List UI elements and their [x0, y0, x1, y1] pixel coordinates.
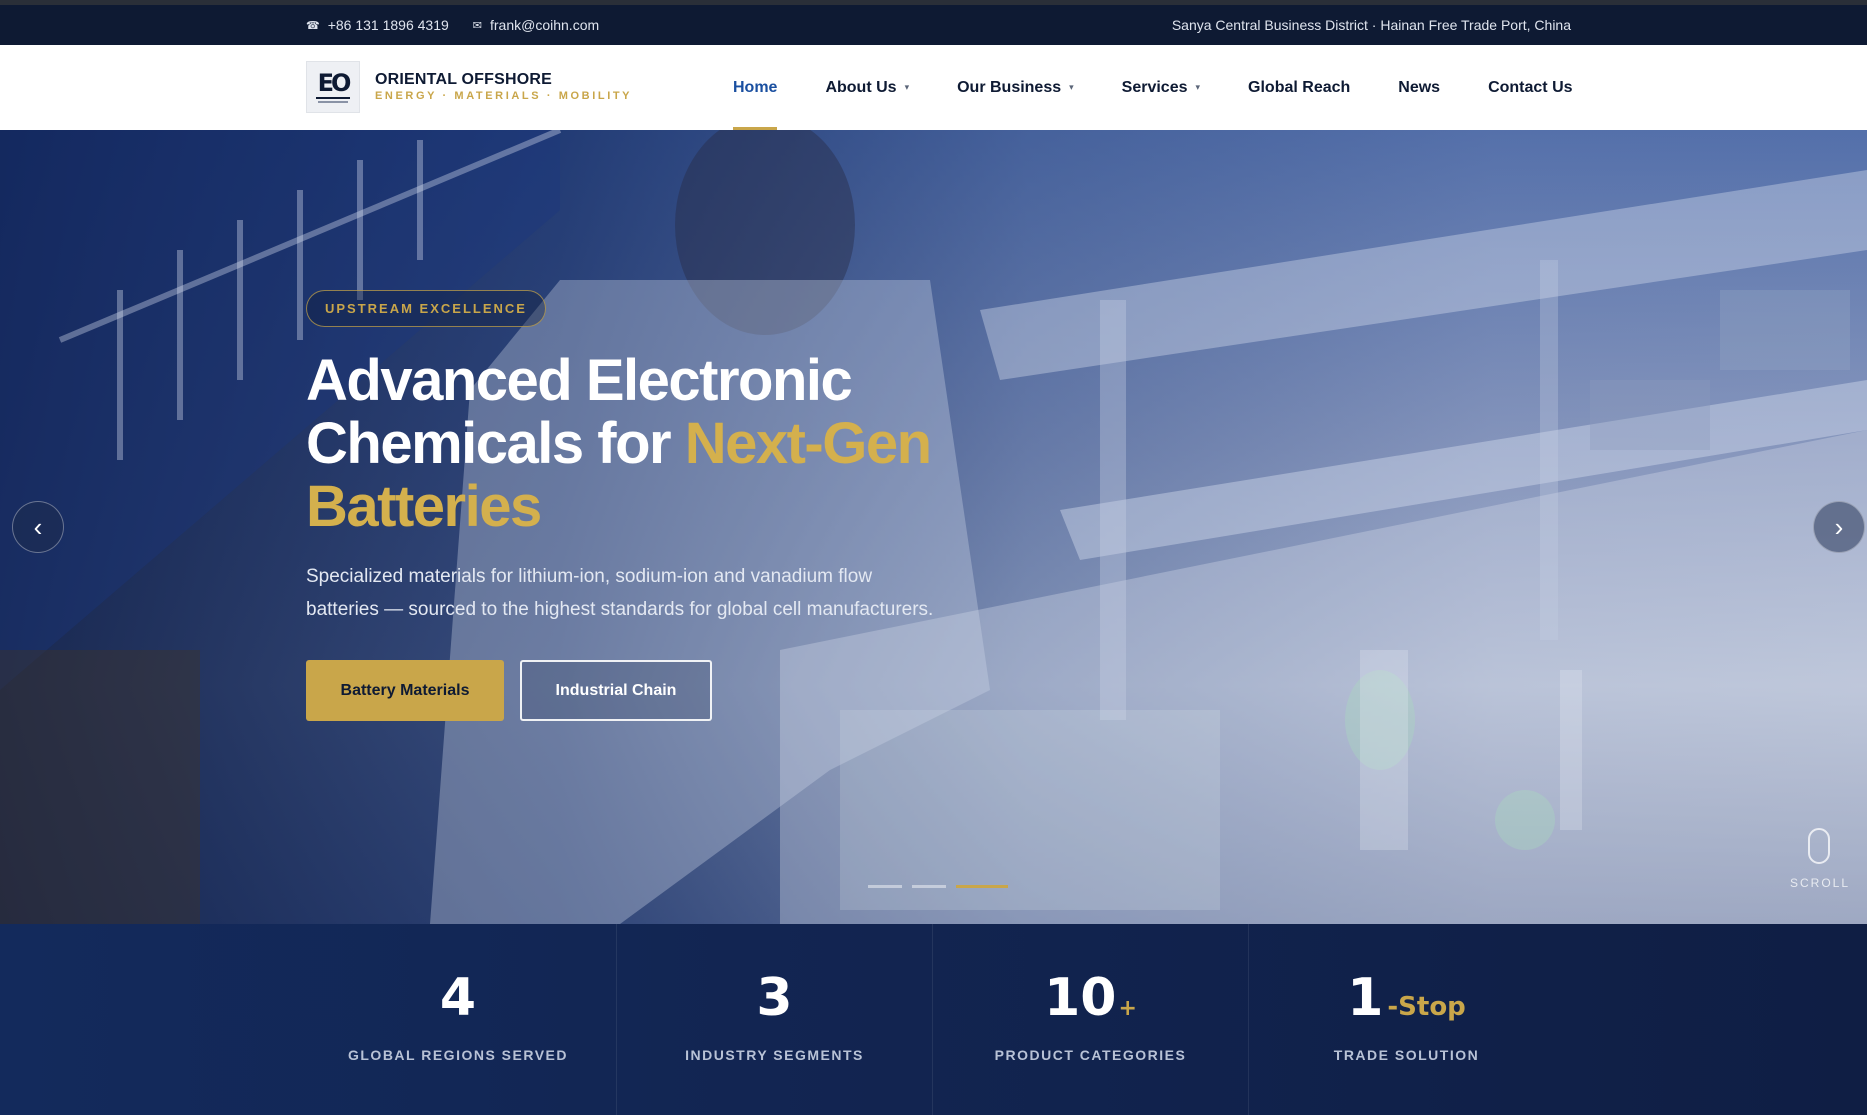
nav-services-label: Services: [1121, 78, 1188, 96]
nav-home[interactable]: Home: [733, 45, 778, 130]
nav-contact-us-label: Contact Us: [1488, 78, 1573, 96]
hero-eyebrow-badge: UPSTREAM EXCELLENCE: [306, 290, 546, 327]
hero-headline-line3: Batteries: [306, 474, 542, 539]
primary-nav: Home About Us ▾ Our Business ▾ Services …: [733, 45, 1573, 130]
top-info-bar: ☎ +86 131 1896 4319 ✉ frank@coihn.com Sa…: [0, 5, 1867, 45]
nav-global-reach[interactable]: Global Reach: [1248, 45, 1350, 130]
slider-next-button[interactable]: ›: [1813, 501, 1865, 553]
stat-industry-segments: 3 INDUSTRY SEGMENTS: [616, 924, 932, 1115]
phone-number: +86 131 1896 4319: [327, 17, 449, 33]
logo-mark-underline: [316, 96, 350, 99]
logo-mark-underline-secondary: [318, 100, 348, 103]
dropdown-caret-icon: ▾: [1195, 82, 1201, 92]
hero-actions: Battery Materials Industrial Chain: [306, 660, 1026, 721]
nav-our-business[interactable]: Our Business ▾: [957, 45, 1074, 130]
brand-logo-link[interactable]: EO ORIENTAL OFFSHORE ENERGY · MATERIALS …: [306, 61, 632, 113]
chevron-left-icon: ‹: [33, 511, 43, 542]
hero-subtitle: Specialized materials for lithium-ion, s…: [306, 566, 934, 620]
stat-global-regions: 4 GLOBAL REGIONS SERVED: [300, 924, 616, 1115]
dropdown-caret-icon: ▾: [904, 82, 910, 92]
stat-number: 4: [439, 968, 477, 1028]
stat-trade-solution: 1 -Stop TRADE SOLUTION: [1248, 924, 1564, 1115]
logo-mark-letters: EO: [317, 68, 352, 97]
hero-headline-line1: Advanced Electronic: [306, 348, 853, 413]
mouse-icon: [1808, 828, 1830, 864]
slider-prev-button[interactable]: ‹: [12, 501, 64, 553]
nav-home-label: Home: [733, 78, 778, 96]
stat-label: INDUSTRY SEGMENTS: [685, 1047, 864, 1063]
nav-global-reach-label: Global Reach: [1248, 78, 1351, 96]
stat-label: PRODUCT CATEGORIES: [994, 1047, 1187, 1063]
hero-slider: UPSTREAM EXCELLENCE Advanced Electronic …: [0, 130, 1867, 924]
location-text: Sanya Central Business District · Hainan…: [1171, 17, 1571, 33]
email-address: frank@coihn.com: [490, 17, 600, 33]
stat-label: TRADE SOLUTION: [1333, 1047, 1480, 1063]
logo-mark-icon: EO: [306, 61, 360, 113]
hero-headline-accent: Next-Gen: [684, 411, 932, 476]
slider-pagination: [868, 885, 1008, 888]
main-navbar: EO ORIENTAL OFFSHORE ENERGY · MATERIALS …: [0, 45, 1867, 130]
brand-name: ORIENTAL OFFSHORE: [375, 71, 553, 88]
battery-materials-button[interactable]: Battery Materials: [306, 660, 504, 721]
slider-dot-3[interactable]: [956, 885, 1008, 888]
mail-icon: ✉: [472, 19, 482, 32]
logo-text: ORIENTAL OFFSHORE ENERGY · MATERIALS · M…: [375, 71, 632, 103]
stat-value: 3: [617, 970, 932, 1026]
nav-news-label: News: [1398, 78, 1441, 96]
stats-band: 4 GLOBAL REGIONS SERVED 3 INDUSTRY SEGME…: [0, 924, 1867, 1115]
phone-icon: ☎: [306, 19, 320, 32]
scroll-label: SCROLL: [1790, 876, 1851, 890]
email-link[interactable]: ✉ frank@coihn.com: [473, 17, 599, 33]
chevron-right-icon: ›: [1834, 511, 1844, 542]
stat-label: GLOBAL REGIONS SERVED: [347, 1047, 568, 1063]
stat-number: 3: [756, 968, 793, 1028]
stat-number: 10: [1044, 968, 1117, 1028]
nav-news[interactable]: News: [1398, 45, 1440, 130]
stat-product-categories: 10 + PRODUCT CATEGORIES: [932, 924, 1248, 1115]
industrial-chain-button[interactable]: Industrial Chain: [520, 660, 712, 721]
hero-content: UPSTREAM EXCELLENCE Advanced Electronic …: [306, 290, 1026, 721]
nav-our-business-label: Our Business: [957, 78, 1062, 96]
stat-value: 1 -Stop: [1249, 970, 1564, 1026]
nav-about-us-label: About Us: [825, 78, 897, 96]
nav-about-us[interactable]: About Us ▾: [825, 45, 909, 130]
stat-suffix: -Stop: [1387, 992, 1466, 1022]
dropdown-caret-icon: ▾: [1069, 82, 1074, 92]
brand-tagline: ENERGY · MATERIALS · MOBILITY: [375, 90, 633, 102]
nav-contact-us[interactable]: Contact Us: [1488, 45, 1572, 130]
slider-dot-1[interactable]: [868, 885, 902, 888]
scroll-indicator[interactable]: SCROLL: [1790, 828, 1848, 890]
phone-link[interactable]: ☎ +86 131 1896 4319: [306, 17, 449, 33]
stat-number: 1: [1347, 968, 1384, 1028]
contact-info: ☎ +86 131 1896 4319 ✉ frank@coihn.com: [306, 5, 599, 45]
nav-services[interactable]: Services ▾: [1122, 45, 1200, 130]
stat-value: 10 +: [933, 970, 1248, 1026]
stat-suffix: +: [1118, 996, 1137, 1021]
hero-headline: Advanced Electronic Chemicals for Next-G…: [306, 349, 1026, 538]
slider-dot-2[interactable]: [912, 885, 946, 888]
stat-value: 4: [300, 970, 616, 1026]
hero-headline-line2: Chemicals for: [306, 411, 685, 476]
